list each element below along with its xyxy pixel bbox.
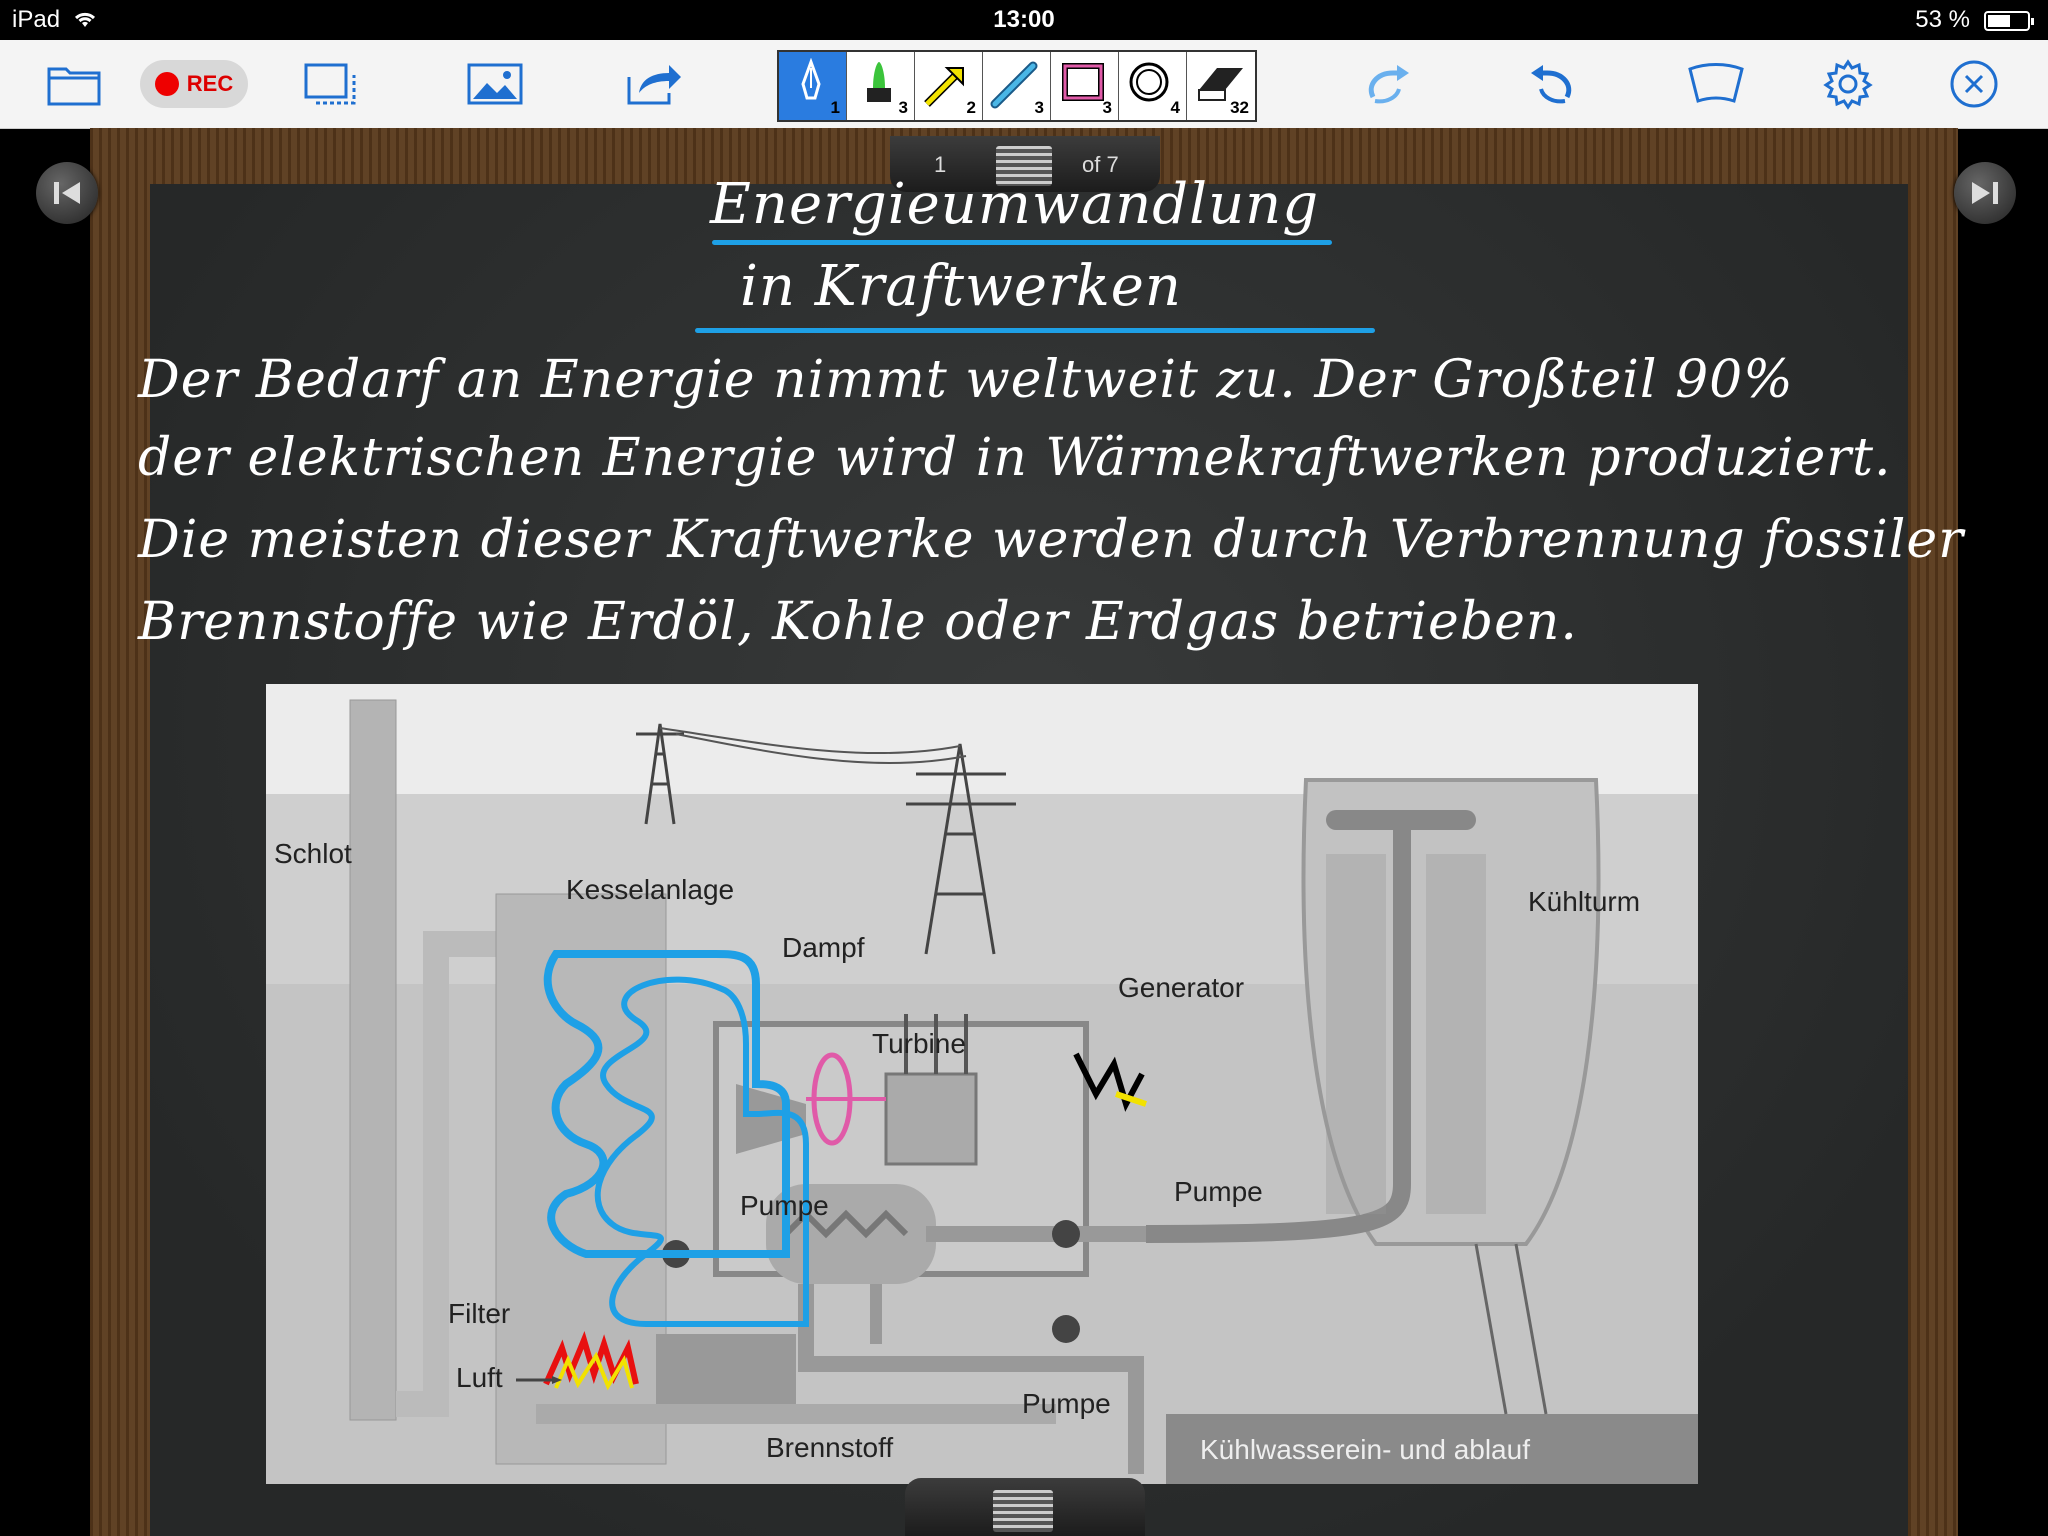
skip-forward-icon (1972, 182, 1998, 204)
toolbar: REC 1 3 2 3 3 4 32 (0, 40, 2048, 129)
arrow-icon (924, 67, 964, 107)
power-plant-diagram: Schlot Kesselanlage Dampf Generator Turb… (266, 684, 1698, 1484)
label-pumpe-3: Pumpe (1022, 1388, 1111, 1419)
circle-tool[interactable]: 4 (1119, 52, 1187, 120)
pen-icon (801, 58, 821, 100)
label-generator: Generator (1118, 972, 1245, 1003)
rectangle-size: 3 (1102, 98, 1112, 117)
line-size: 3 (1034, 98, 1044, 117)
eraser-tool[interactable]: 32 (1187, 52, 1255, 120)
label-brennstoff: Brennstoff (766, 1432, 894, 1463)
undo-icon[interactable] (1522, 54, 1582, 114)
folder-icon[interactable] (44, 54, 104, 114)
paragraph-line-1: Der Bedarf an Energie nimmt weltweit zu.… (138, 350, 1794, 410)
arrow-size: 2 (966, 98, 976, 117)
bottom-drawer-handle[interactable] (905, 1478, 1145, 1536)
battery-icon (1984, 11, 2034, 31)
next-page-button[interactable] (1954, 162, 2016, 224)
paragraph-line-3: Die meisten dieser Kraftwerke werden dur… (138, 510, 1964, 570)
highlighter-tool[interactable]: 3 (847, 52, 915, 120)
record-icon (154, 72, 179, 96)
label-schlot: Schlot (274, 838, 352, 869)
paragraph-line-2: der elektrischen Energie wird in Wärmekr… (138, 428, 1892, 488)
record-button[interactable]: REC (140, 60, 248, 108)
label-kuehlturm: Kühlturm (1528, 886, 1641, 917)
paragraph-line-4: Brennstoffe wie Erdöl, Kohle oder Erdgas… (138, 592, 1578, 652)
image-icon[interactable] (465, 54, 525, 114)
pen-tool[interactable]: 1 (779, 52, 847, 120)
background-icon[interactable] (300, 54, 360, 114)
title-underline-1 (712, 240, 1332, 245)
redo-icon[interactable] (1358, 54, 1418, 114)
circle-size: 4 (1170, 98, 1180, 117)
status-bar: iPad 13:00 53 % (0, 0, 2048, 40)
line-icon (990, 61, 1038, 109)
share-icon[interactable] (625, 54, 685, 114)
circle-icon (1129, 62, 1169, 102)
label-filter: Filter (448, 1298, 511, 1329)
title-line-2: in Kraftwerken (740, 254, 1182, 319)
tool-palette: 1 3 2 3 3 4 32 (777, 50, 1257, 122)
label-pumpe-2: Pumpe (1174, 1176, 1263, 1207)
pen-size: 1 (830, 98, 840, 117)
record-label: REC (186, 71, 234, 96)
close-icon[interactable] (1944, 54, 2004, 114)
line-tool[interactable]: 3 (983, 52, 1051, 120)
previous-page-button[interactable] (36, 162, 98, 224)
label-dampf: Dampf (782, 932, 865, 963)
clock: 13:00 (993, 6, 1055, 33)
eraser-size: 32 (1230, 98, 1249, 117)
label-kuehlwasser: Kühlwasserein- und ablauf (1200, 1434, 1530, 1465)
battery-percent: 53 % (1915, 6, 1970, 33)
arrow-tool[interactable]: 2 (915, 52, 983, 120)
rectangle-tool[interactable]: 3 (1051, 52, 1119, 120)
label-luft: Luft (456, 1362, 503, 1393)
label-kesselanlage: Kesselanlage (566, 874, 735, 905)
rectangle-icon (1062, 63, 1104, 101)
gear-icon[interactable] (1818, 54, 1878, 114)
highlighter-icon (867, 62, 891, 102)
label-pumpe-1: Pumpe (740, 1190, 829, 1221)
title-line-1: Energieumwandlung (710, 172, 1320, 237)
drawer-handle-icon (993, 1490, 1053, 1532)
board-view-icon[interactable] (1686, 54, 1746, 114)
skip-back-icon (54, 182, 80, 204)
label-turbine: Turbine (872, 1028, 966, 1059)
title-underline-2 (695, 328, 1375, 333)
highlighter-size: 3 (898, 98, 908, 117)
